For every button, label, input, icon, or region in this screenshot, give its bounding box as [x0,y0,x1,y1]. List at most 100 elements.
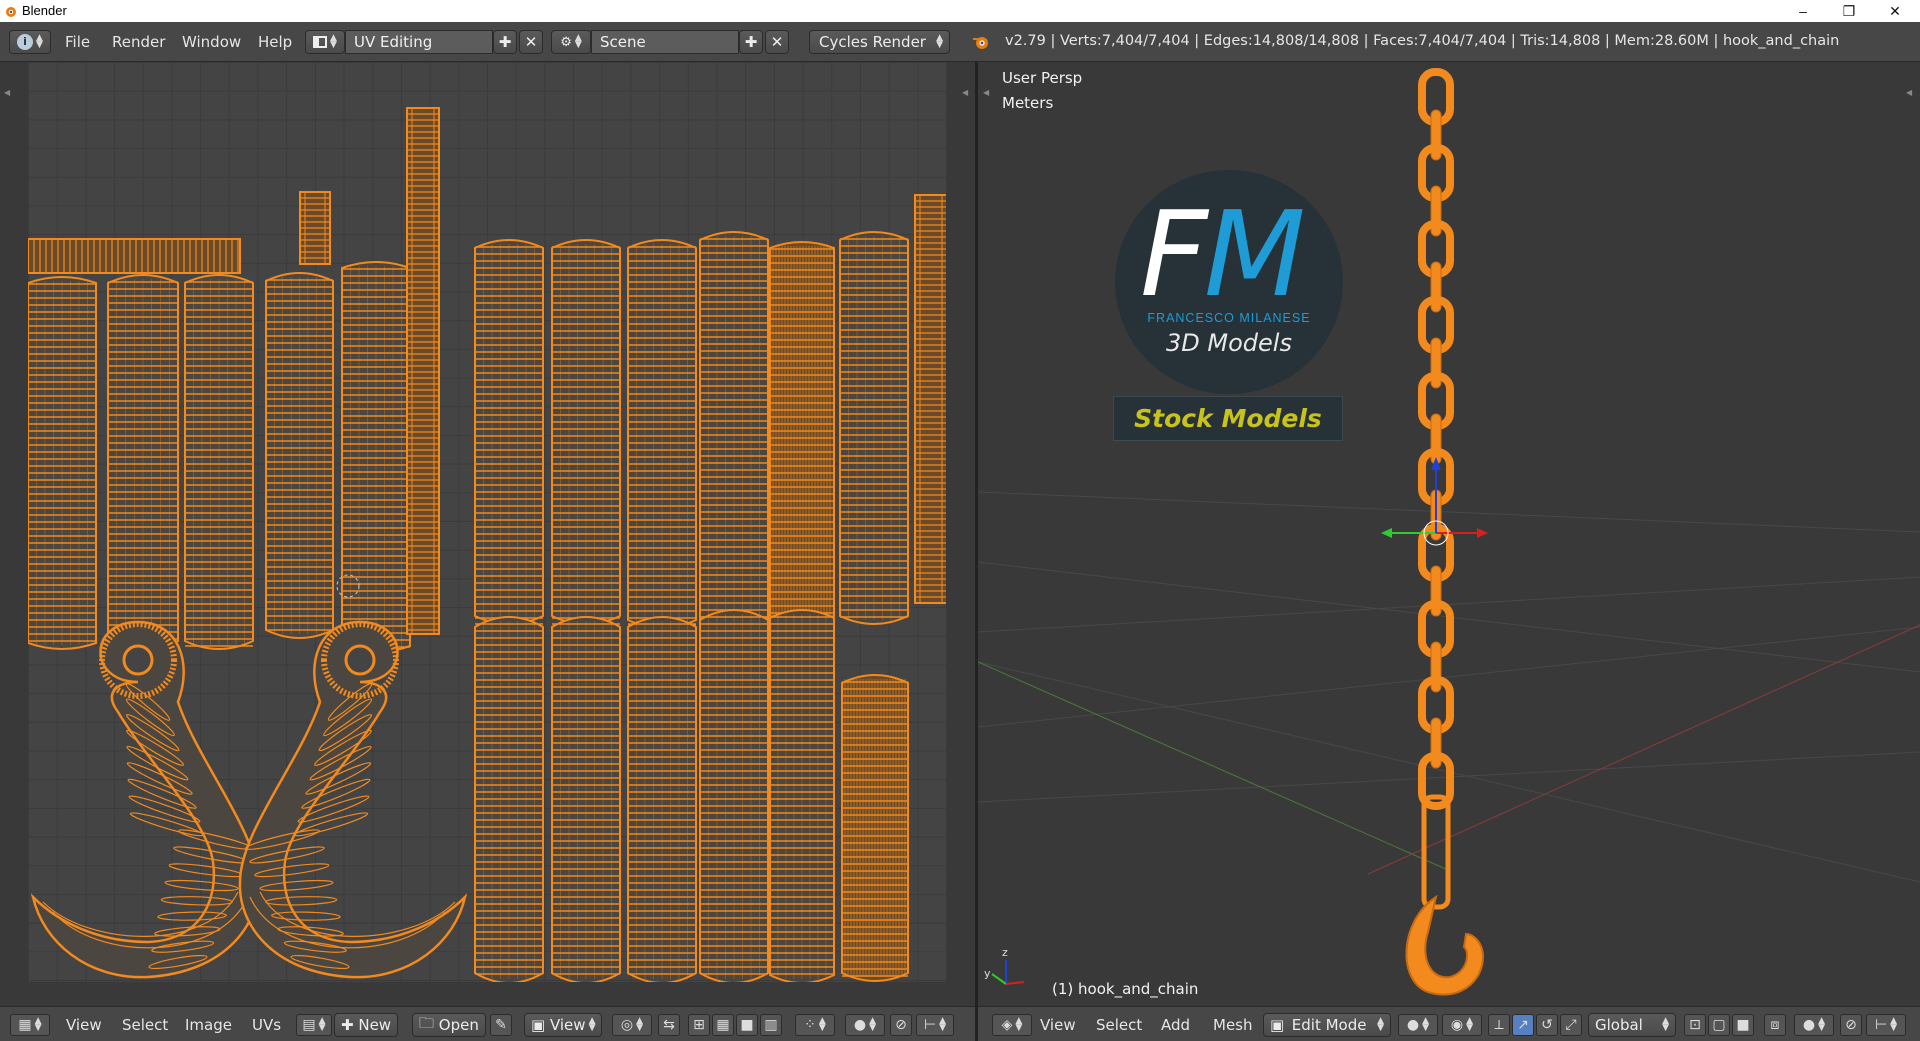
chain-link[interactable] [1430,717,1442,769]
edge-select-icon[interactable]: ▢ [1708,1014,1730,1036]
uv-island[interactable] [699,231,769,629]
scene-icon: ⚙ [560,34,572,50]
uv-menu-select[interactable]: Select [122,1016,168,1034]
rotate-manipulator-icon[interactable]: ↺ [1536,1014,1558,1036]
uv-island[interactable] [699,609,769,984]
uv-island[interactable] [265,272,334,639]
viewport-scene[interactable]: z y [978,62,1920,1006]
uv-island[interactable] [769,609,835,984]
expand-sidebar-icon[interactable]: ◀ [1906,88,1912,97]
snap-icon[interactable]: ⊘ [890,1014,912,1036]
view3d-menu-mesh[interactable]: Mesh [1213,1016,1253,1034]
image-editor-icon[interactable]: ▦ ▲ ▼ [10,1014,50,1036]
sync-selection-icon[interactable]: ⇆ [658,1014,680,1036]
chain-link[interactable] [1430,413,1442,465]
new-image-button[interactable]: ✚ New [334,1013,399,1037]
scene-button[interactable]: ⚙ ▲ ▼ [551,30,591,54]
uv-island[interactable] [551,239,621,625]
island-select-icon[interactable]: ▥ [760,1014,782,1036]
uv-island[interactable] [299,191,331,265]
view3d-menu-select[interactable]: Select [1096,1016,1142,1034]
snap-element-icon[interactable]: ⊢ ▲ ▼ [1866,1014,1906,1036]
uv-menu-uvs[interactable]: UVs [252,1016,281,1034]
remove-layout-button[interactable]: ✕ [519,30,543,54]
3d-viewport[interactable]: z y User Persp Meters (1) hook_and_chain… [978,62,1920,1006]
uv-hook-island[interactable] [30,620,260,979]
face-select-icon[interactable]: ■ [736,1014,758,1036]
uv-islands[interactable] [27,62,948,984]
pivot-icon[interactable]: ◎ ▲ ▼ [612,1014,652,1036]
minimize-button[interactable]: – [1780,0,1826,22]
expand-toolbar-icon[interactable]: ◀ [4,88,10,97]
open-image-button[interactable]: 🗀 Open [412,1013,486,1037]
3d-view-icon[interactable]: ◈ ▲ ▼ [992,1014,1032,1036]
chain-link[interactable] [1430,565,1442,617]
limit-selection-icon[interactable]: ⧈ [1764,1014,1786,1036]
remove-scene-button[interactable]: ✕ [765,30,789,54]
uv-island[interactable] [107,274,179,650]
uv-island[interactable] [627,239,697,629]
uv-island[interactable] [914,194,948,604]
uv-island[interactable] [27,238,241,274]
chain-link[interactable] [1430,185,1442,237]
face-select-icon[interactable]: ■ [1732,1014,1754,1036]
uv-island[interactable] [27,276,97,650]
menu-window[interactable]: Window [182,33,241,51]
screen-layout-button[interactable]: ▲ ▼ [305,30,345,54]
scale-manipulator-icon[interactable]: ⤢ [1560,1014,1582,1036]
uv-image-editor[interactable]: ◀ ◀ [0,62,975,1006]
pin-icon[interactable]: ✎ [490,1014,512,1036]
menu-render[interactable]: Render [112,33,165,51]
snap-icon[interactable]: ⊘ [1840,1014,1862,1036]
image-browse-icon[interactable]: ▤ ▲ ▼ [296,1014,332,1036]
vertex-select-icon[interactable]: ⊡ [1684,1014,1706,1036]
translate-manipulator-icon[interactable]: ↗ [1512,1014,1534,1036]
hook-shank[interactable] [1421,794,1451,910]
layout-field[interactable]: UV Editing [345,30,493,54]
view-mode-select[interactable]: ▣ View ▲ ▼ [524,1013,603,1037]
uv-island[interactable] [551,616,621,984]
expand-toolbar-icon[interactable]: ◀ [983,88,989,97]
mode-select[interactable]: ▣ Edit Mode ▲ ▼ [1263,1013,1391,1037]
viewport-shading-icon[interactable]: ● ▲ ▼ [1398,1014,1438,1036]
orientation-select[interactable]: Global ▲ ▼ [1588,1013,1676,1037]
uv-island[interactable] [769,241,835,623]
uv-menu-view[interactable]: View [66,1016,102,1034]
add-layout-button[interactable]: ✚ [493,30,517,54]
uv-island[interactable] [474,616,544,984]
menu-help[interactable]: Help [258,33,292,51]
chain-link[interactable] [1430,337,1442,389]
maximize-button[interactable]: ❐ [1826,0,1872,22]
view3d-menu-view[interactable]: View [1040,1016,1076,1034]
hook[interactable] [1405,894,1485,996]
proportional-edit-icon[interactable]: ● ▲ ▼ [845,1014,885,1036]
uv-island[interactable] [184,274,254,650]
uv-menu-image[interactable]: Image [185,1016,232,1034]
editor-type-button[interactable]: i ▲ ▼ [9,30,51,54]
chain-link[interactable] [1430,261,1442,313]
view3d-menu-add[interactable]: Add [1161,1016,1190,1034]
pivot-point-icon[interactable]: ◉ ▲ ▼ [1442,1014,1482,1036]
close-button[interactable]: ✕ [1872,0,1918,22]
render-engine-select[interactable]: Cycles Render ▲ ▼ [809,30,950,54]
vertex-select-icon[interactable]: ⊞ [688,1014,710,1036]
chain-link[interactable] [1430,109,1442,161]
proportional-edit-icon[interactable]: ● ▲ ▼ [1794,1014,1834,1036]
uv-canvas[interactable] [27,62,948,984]
uv-island[interactable] [627,616,697,984]
menu-file[interactable]: File [65,33,90,51]
uv-island[interactable] [341,261,411,653]
uv-island[interactable] [839,231,909,625]
snap-element-icon[interactable]: ⊢ ▲ ▼ [916,1014,954,1036]
uv-island[interactable] [841,674,909,982]
edge-select-icon[interactable]: ▦ [712,1014,734,1036]
uv-island[interactable] [406,107,440,635]
sticky-select-icon[interactable]: ⁘ ▲ ▼ [795,1014,835,1036]
manipulator-icon[interactable]: ⟂ [1488,1014,1510,1036]
scene-field[interactable]: Scene [591,30,739,54]
uv-hook-island[interactable] [238,620,468,979]
chain-link[interactable] [1430,641,1442,693]
add-scene-button[interactable]: ✚ [739,30,763,54]
uv-island[interactable] [474,239,544,625]
expand-sidebar-icon[interactable]: ◀ [962,88,968,97]
